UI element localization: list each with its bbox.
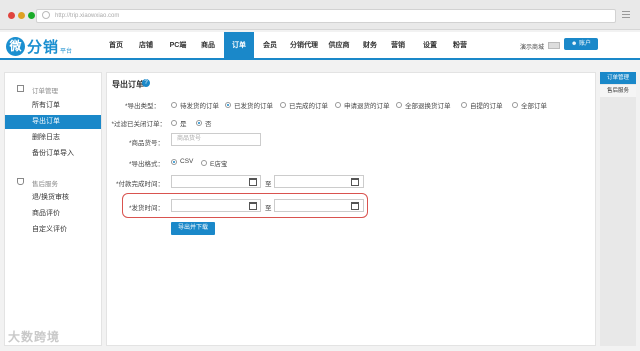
logo: 微 分销 平台	[6, 35, 72, 57]
radio-icon	[461, 102, 467, 108]
type-radio-completed[interactable]: 已完成的订单	[280, 100, 328, 110]
nav-settings[interactable]: 设置	[418, 32, 442, 60]
sidebar-section-aftersales: 售后服务	[32, 181, 58, 188]
logo-sub: 平台	[60, 48, 73, 55]
sidebar-item-delete-log[interactable]: 删除日志	[5, 131, 101, 145]
filter-radio-no[interactable]: 否	[196, 118, 212, 128]
radio-icon	[201, 160, 207, 166]
type-radio-pending[interactable]: 待发货的订单	[171, 100, 219, 110]
logo-mark: 微	[6, 36, 25, 56]
tab-order-manage[interactable]: 订单管理	[600, 72, 636, 84]
radio-icon	[512, 102, 518, 108]
calendar-icon[interactable]	[351, 178, 359, 186]
sidebar-item-custom-reviews[interactable]: 自定义评价	[5, 223, 101, 237]
address-bar[interactable]: http://trip.xiaowxiao.com	[36, 9, 616, 23]
nav-pc[interactable]: PC端	[164, 32, 192, 60]
shop-name: 演示商城	[520, 45, 545, 51]
nav-home[interactable]: 首页	[104, 32, 128, 60]
type-radio-shipped[interactable]: 已发货的订单	[225, 100, 273, 110]
menu-icon[interactable]	[622, 11, 630, 19]
help-icon[interactable]: ?	[142, 79, 150, 87]
filter-closed-label: *过滤已关闭订单：	[111, 121, 166, 128]
browser-window: http://trip.xiaowxiao.com 微 分销 平台 首页 店铺 …	[0, 0, 640, 351]
sidebar-item-returns[interactable]: 退/换货审核	[5, 191, 101, 205]
account-button[interactable]: ☻ 账户	[564, 38, 598, 50]
globe-icon	[42, 11, 50, 19]
nav-supplier[interactable]: 供应商	[324, 32, 354, 60]
account-label: 账户	[578, 41, 591, 47]
ship-time-start-input[interactable]	[171, 199, 261, 212]
shop-switch[interactable]	[548, 42, 560, 49]
range-separator: 至	[265, 181, 272, 188]
nav-store[interactable]: 店铺	[134, 32, 158, 60]
maximize-dot-icon[interactable]	[28, 12, 35, 19]
right-tabbar: 订单管理 售后服务	[600, 72, 636, 346]
radio-checked-icon	[171, 158, 177, 165]
calendar-icon[interactable]	[249, 178, 257, 186]
export-format-label: *导出格式：	[128, 161, 164, 168]
format-radio-edianbao[interactable]: E店宝	[201, 158, 227, 168]
radio-icon	[396, 102, 402, 108]
format-radio-csv[interactable]: CSV	[171, 158, 193, 165]
range-separator: 至	[265, 205, 272, 212]
radio-icon	[280, 102, 286, 108]
goods-no-input[interactable]: 商品货号	[171, 133, 261, 146]
radio-icon	[335, 102, 341, 108]
ship-time-label: *发货时间：	[128, 205, 164, 212]
radio-checked-icon	[196, 120, 202, 126]
nav-goods[interactable]: 商品	[196, 32, 220, 60]
tab-after-sales[interactable]: 售后服务	[600, 85, 636, 97]
logo-name: 分销	[27, 38, 60, 56]
order-manage-icon	[17, 85, 24, 92]
filter-radio-yes[interactable]: 是	[171, 118, 187, 128]
browser-titlebar: http://trip.xiaowxiao.com	[0, 0, 640, 30]
sidebar-item-export-orders[interactable]: 导出订单	[5, 115, 101, 129]
nav-marketing[interactable]: 营销	[386, 32, 410, 60]
type-radio-pickup[interactable]: 自提的订单	[461, 100, 503, 110]
calendar-icon[interactable]	[351, 202, 359, 210]
sidebar-item-backup-import[interactable]: 备份订单导入	[5, 147, 101, 161]
nav-members[interactable]: 会员	[258, 32, 282, 60]
sidebar: 订单管理 所有订单 导出订单 删除日志 备份订单导入 售后服务 退/换货审核 商…	[4, 72, 102, 346]
export-type-label: *导出类型：	[124, 103, 160, 110]
after-sales-icon	[17, 178, 24, 185]
minimize-dot-icon[interactable]	[18, 12, 25, 19]
goods-no-label: *商品货号：	[128, 140, 164, 147]
radio-checked-icon	[225, 102, 231, 108]
watermark: 大数跨境	[8, 330, 61, 344]
radio-icon	[171, 102, 177, 108]
export-download-button[interactable]: 导出并下载	[171, 222, 215, 235]
pay-time-start-input[interactable]	[171, 175, 261, 188]
type-radio-all[interactable]: 全部订单	[512, 100, 547, 110]
pay-time-label: *付款完成时间：	[115, 181, 164, 188]
nav-orders[interactable]: 订单	[224, 32, 254, 60]
type-radio-return-request[interactable]: 申请退货的订单	[335, 100, 390, 110]
calendar-icon[interactable]	[249, 202, 257, 210]
sidebar-item-all-orders[interactable]: 所有订单	[5, 99, 101, 113]
user-icon: ☻	[571, 41, 579, 47]
close-dot-icon[interactable]	[8, 12, 15, 19]
page-title: 导出订单	[112, 80, 144, 89]
radio-icon	[171, 120, 177, 126]
type-radio-all-returns[interactable]: 全部退换货订单	[396, 100, 451, 110]
nav-finance[interactable]: 财务	[358, 32, 382, 60]
sidebar-item-reviews[interactable]: 商品评价	[5, 207, 101, 221]
nav-distribution[interactable]: 分销代理	[286, 32, 322, 60]
sidebar-section-orders: 订单管理	[32, 88, 58, 95]
nav-fans[interactable]: 粉营	[448, 32, 472, 60]
